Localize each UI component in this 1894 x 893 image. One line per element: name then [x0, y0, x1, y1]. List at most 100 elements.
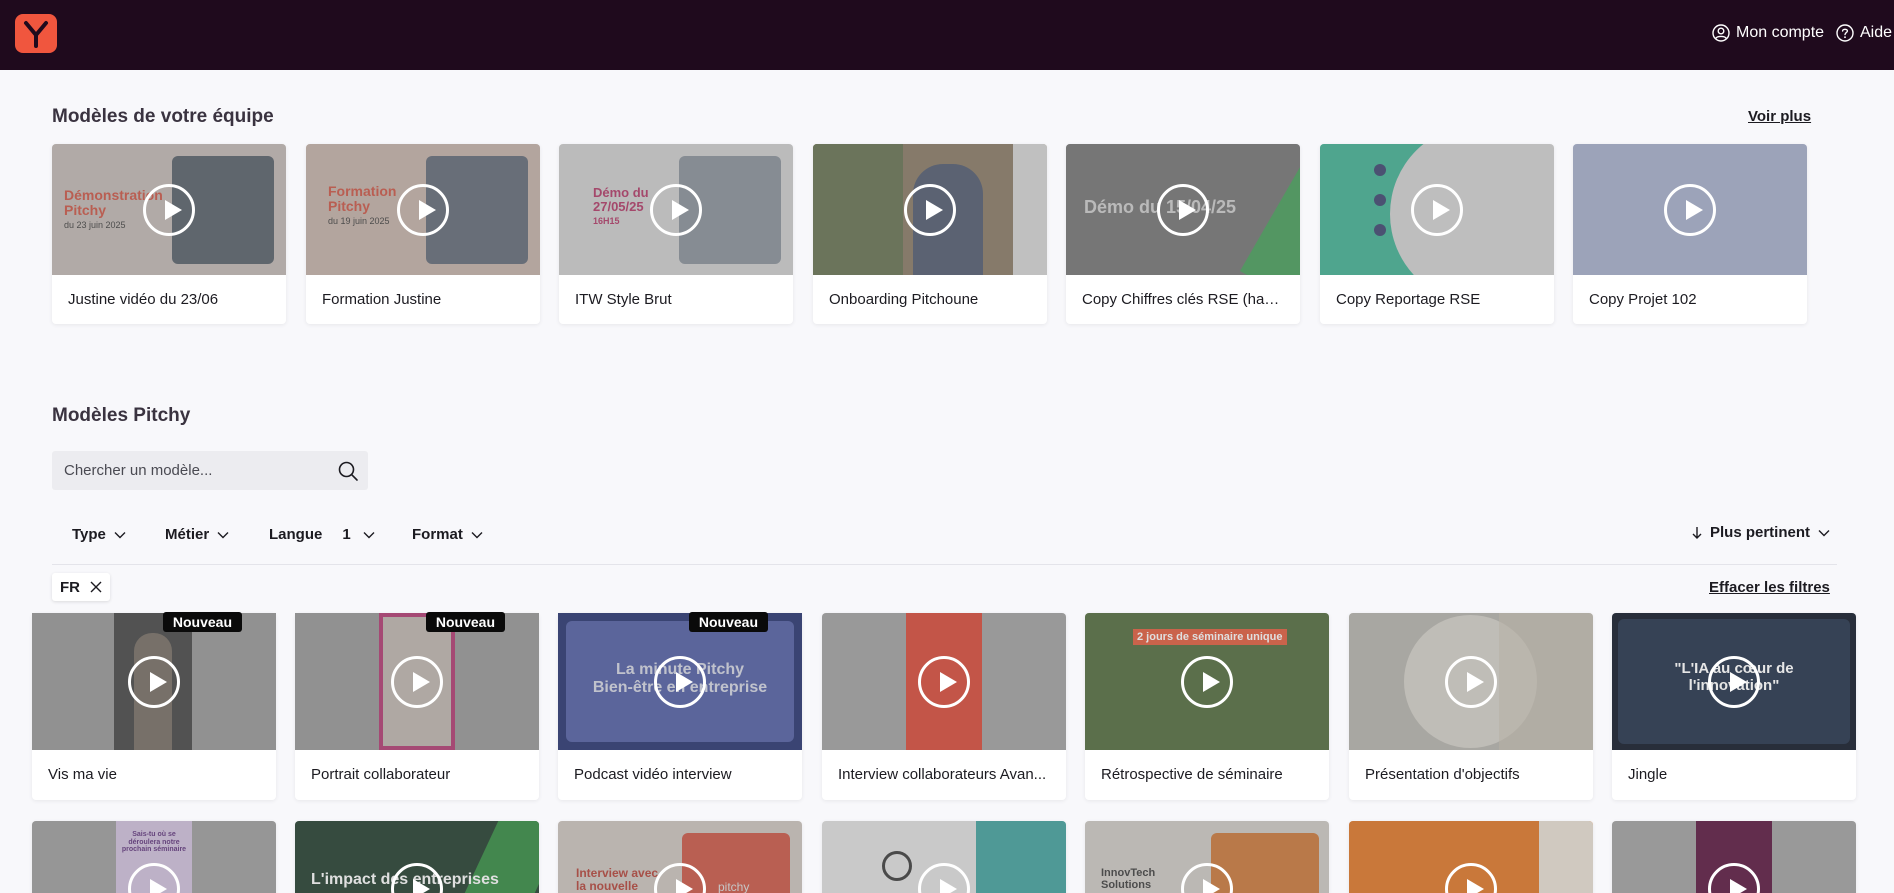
team-card-projet[interactable]: Copy Projet 102	[1573, 144, 1807, 324]
filters-divider	[52, 564, 1837, 565]
team-section-title: Modèles de votre équipe	[52, 106, 274, 127]
card-thumbnail	[1612, 821, 1856, 893]
filter-type[interactable]: Type	[72, 526, 126, 543]
pitchy-card-row2[interactable]: Sais-tu où se déroulera notre prochain s…	[32, 821, 276, 893]
card-thumbnail: Démo du 15/04/25	[1066, 144, 1300, 275]
filter-label: Type	[72, 526, 106, 543]
card-thumbnail: Démonstration Pitchy du 23 juin 2025	[52, 144, 286, 275]
card-thumbnail: Formation Pitchy du 19 juin 2025	[306, 144, 540, 275]
play-icon[interactable]	[904, 183, 956, 236]
pitchy-card-interview-collab[interactable]: Interview collaborateurs Avan...	[822, 613, 1066, 800]
pitchy-section-title: Modèles Pitchy	[52, 405, 191, 426]
pitchy-card-podcast[interactable]: Nouveau La minute Pitchy Bien-être en en…	[558, 612, 802, 800]
play-icon[interactable]	[391, 655, 443, 708]
card-thumbnail	[1349, 821, 1593, 893]
sort-label: Plus pertinent	[1710, 524, 1811, 541]
play-icon[interactable]	[650, 183, 702, 236]
chevron-down-icon	[114, 531, 126, 538]
card-title: Présentation d'objectifs	[1365, 766, 1520, 783]
team-card-justine[interactable]: Démonstration Pitchy du 23 juin 2025 Jus…	[52, 144, 286, 324]
filter-label: Langue	[269, 526, 323, 543]
pitchy-card-row2[interactable]	[822, 821, 1066, 893]
user-circle-icon	[1712, 24, 1730, 42]
card-thumbnail: La minute Pitchy Bien-être en entreprise	[558, 613, 802, 750]
filter-label: Format	[412, 526, 463, 543]
card-title: Rétrospective de séminaire	[1101, 766, 1283, 783]
card-title: Jingle	[1628, 766, 1668, 783]
pitchy-card-vis-ma-vie[interactable]: Nouveau Vis ma vie	[32, 612, 276, 800]
card-thumbnail: Démo du 27/05/25 16H15	[559, 144, 793, 275]
pitchy-card-portrait[interactable]: Nouveau Portrait collaborateur	[295, 612, 539, 800]
card-title: Interview collaborateurs Avan...	[838, 766, 1047, 783]
chevron-down-icon	[1818, 529, 1830, 536]
play-icon[interactable]	[1708, 655, 1760, 708]
card-title: Copy Reportage RSE	[1336, 291, 1481, 308]
play-icon[interactable]	[1157, 183, 1209, 236]
card-title: Copy Chiffres clés RSE (habi...	[1082, 291, 1286, 308]
chevron-down-icon	[217, 531, 229, 538]
help-link[interactable]: Aide	[1836, 24, 1892, 42]
card-title: ITW Style Brut	[575, 291, 672, 308]
card-title: Podcast vidéo interview	[574, 766, 732, 783]
card-title: Copy Projet 102	[1589, 291, 1697, 308]
play-icon[interactable]	[143, 183, 195, 236]
pitchy-card-row2[interactable]: InnovTech Solutions	[1085, 821, 1329, 893]
filter-metier[interactable]: Métier	[165, 526, 229, 543]
pitchy-card-retrospective[interactable]: 2 jours de séminaire unique Rétrospectiv…	[1085, 613, 1329, 800]
filter-langue[interactable]: Langue 1	[269, 526, 375, 543]
play-icon[interactable]	[1411, 183, 1463, 236]
team-card-reportage[interactable]: Copy Reportage RSE	[1320, 144, 1554, 324]
card-title: Justine vidéo du 23/06	[68, 291, 219, 308]
logo-mark-icon	[24, 21, 48, 48]
card-thumbnail: "L'IA au cœur de l'innovation"	[1612, 613, 1856, 750]
team-card-formation[interactable]: Formation Pitchy du 19 juin 2025 Formati…	[306, 144, 540, 324]
card-thumbnail	[822, 821, 1066, 893]
new-badge: Nouveau	[688, 612, 768, 632]
card-thumbnail	[1573, 144, 1807, 275]
team-card-onboarding[interactable]: Onboarding Pitchoune	[813, 144, 1047, 324]
new-badge: Nouveau	[425, 612, 505, 632]
play-icon[interactable]	[128, 655, 180, 708]
close-icon[interactable]	[90, 581, 102, 593]
clear-filters-link[interactable]: Effacer les filtres	[1709, 579, 1830, 596]
new-badge: Nouveau	[162, 612, 242, 632]
card-thumbnail	[1349, 613, 1593, 750]
card-thumbnail	[32, 613, 276, 750]
chevron-down-icon	[471, 531, 483, 538]
filter-format[interactable]: Format	[412, 526, 483, 543]
play-icon[interactable]	[1181, 655, 1233, 708]
card-thumbnail: 2 jours de séminaire unique	[1085, 613, 1329, 750]
pitchy-card-row2[interactable]	[1349, 821, 1593, 893]
play-icon[interactable]	[1664, 183, 1716, 236]
help-label: Aide	[1860, 24, 1893, 41]
play-icon[interactable]	[918, 655, 970, 708]
team-card-itw[interactable]: Démo du 27/05/25 16H15 ITW Style Brut	[559, 144, 793, 324]
search-input[interactable]	[64, 451, 324, 490]
sort-dropdown[interactable]: Plus pertinent	[1692, 524, 1830, 541]
card-thumbnail: Interview avec la nouvelle pitchy	[558, 821, 802, 893]
account-label: Mon compte	[1736, 24, 1825, 41]
search-icon[interactable]	[337, 460, 359, 482]
pitchy-logo[interactable]	[15, 14, 57, 53]
filter-count: 1	[342, 526, 351, 543]
card-thumbnail: InnovTech Solutions	[1085, 821, 1329, 893]
team-card-chiffres[interactable]: Démo du 15/04/25 Copy Chiffres clés RSE …	[1066, 144, 1300, 324]
card-title: Vis ma vie	[48, 766, 117, 783]
template-search	[52, 451, 368, 490]
pitchy-card-objectifs[interactable]: Présentation d'objectifs	[1349, 613, 1593, 800]
card-title: Onboarding Pitchoune	[829, 291, 979, 308]
card-thumbnail	[822, 613, 1066, 750]
account-link[interactable]: Mon compte	[1712, 24, 1824, 42]
pitchy-card-jingle[interactable]: "L'IA au cœur de l'innovation" Jingle	[1612, 613, 1856, 800]
top-bar: Mon compte Aide	[0, 0, 1894, 70]
pitchy-card-row2[interactable]: L'impact des entreprises	[295, 821, 539, 893]
arrow-down-icon	[1692, 526, 1702, 539]
play-icon[interactable]	[397, 183, 449, 236]
filter-label: Métier	[165, 526, 210, 543]
card-title: Formation Justine	[322, 291, 442, 308]
play-icon[interactable]	[1445, 655, 1497, 708]
see-more-link[interactable]: Voir plus	[1748, 108, 1811, 125]
play-icon[interactable]	[654, 655, 706, 708]
pitchy-card-row2[interactable]	[1612, 821, 1856, 893]
pitchy-card-row2[interactable]: Interview avec la nouvelle pitchy	[558, 821, 802, 893]
